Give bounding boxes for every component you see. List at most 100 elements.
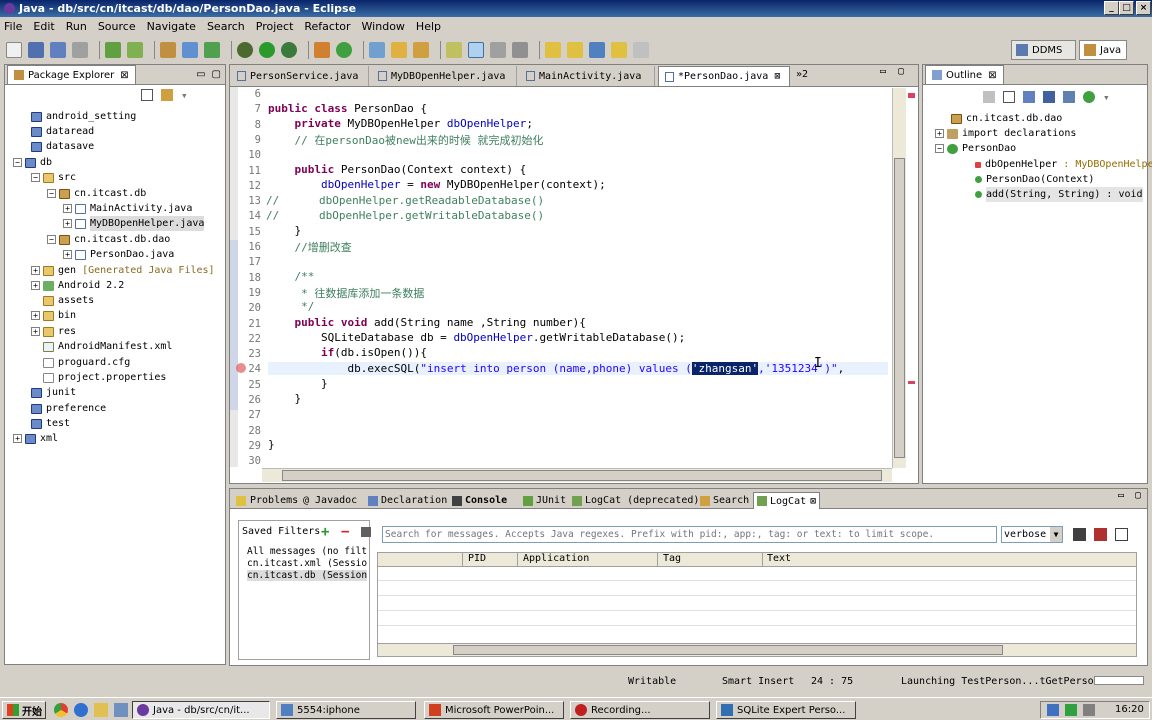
tree-item[interactable]: datasave: [31, 139, 94, 154]
open-resource-icon[interactable]: [391, 42, 407, 58]
outline-item[interactable]: dbOpenHelper : MyDBOpenHelper: [975, 157, 1152, 172]
minimize-button[interactable]: _: [1104, 1, 1119, 15]
tree-item[interactable]: preference: [31, 401, 106, 416]
outline-item[interactable]: − PersonDao: [935, 141, 1016, 156]
tree-item[interactable]: project.properties: [43, 370, 166, 385]
menu-search[interactable]: Search: [207, 20, 245, 33]
close-icon[interactable]: ⊠: [988, 70, 996, 81]
progress-bar[interactable]: [1094, 676, 1144, 685]
hide-non-public-icon[interactable]: [1063, 91, 1075, 103]
tab-problems[interactable]: Problems: [233, 492, 301, 509]
code-line[interactable]: SQLiteDatabase db = dbOpenHelper.getWrit…: [268, 331, 685, 344]
collapse-icon[interactable]: −: [47, 235, 56, 245]
maximize-view-icon[interactable]: ▢: [212, 69, 221, 80]
collapse-icon[interactable]: −: [47, 189, 56, 199]
close-button[interactable]: ×: [1136, 1, 1151, 15]
tab-overflow[interactable]: »2: [796, 69, 808, 80]
tree-item[interactable]: proguard.cfg: [43, 355, 130, 370]
editor-tab-mydbopenhelper[interactable]: MyDBOpenHelper.java: [372, 66, 517, 86]
code-line[interactable]: }: [268, 224, 301, 237]
menu-edit[interactable]: Edit: [33, 20, 54, 33]
expand-icon[interactable]: +: [31, 281, 40, 291]
code-line[interactable]: }: [268, 392, 301, 405]
menu-file[interactable]: File: [4, 20, 22, 33]
open-type-icon[interactable]: [369, 42, 385, 58]
menu-refactor[interactable]: Refactor: [304, 20, 350, 33]
close-icon[interactable]: ⊠: [120, 70, 128, 81]
editor-tab-mainactivity[interactable]: MainActivity.java: [520, 66, 655, 86]
code-line[interactable]: /**: [268, 270, 315, 283]
tab-logcat[interactable]: LogCat ⊠: [753, 492, 821, 509]
expand-icon[interactable]: +: [31, 266, 40, 276]
perspective-ddms[interactable]: DDMS: [1011, 40, 1076, 60]
overview-error-marker[interactable]: [908, 93, 915, 98]
toggle-mark-occurrences-icon[interactable]: [446, 42, 462, 58]
tab-junit[interactable]: JUnit: [520, 492, 569, 509]
minimize-view-icon[interactable]: ▭: [880, 66, 886, 77]
tree-item[interactable]: − cn.itcast.db.dao: [47, 232, 170, 247]
tree-item[interactable]: + gen [Generated Java Files]: [31, 263, 215, 278]
collapse-icon[interactable]: −: [31, 173, 40, 183]
tree-item[interactable]: − cn.itcast.db: [47, 186, 146, 201]
column-pid[interactable]: PID: [468, 553, 518, 567]
tab-outline[interactable]: Outline ⊠: [925, 65, 1004, 84]
tab-javadoc[interactable]: @ Javadoc: [300, 492, 360, 509]
code-line[interactable]: */: [268, 300, 314, 313]
code-line[interactable]: public void add(String name ,String numb…: [268, 316, 586, 329]
expand-icon[interactable]: +: [31, 311, 40, 321]
android-sdk-icon[interactable]: [105, 42, 121, 58]
search-icon[interactable]: [413, 42, 429, 58]
tab-logcat-deprecated[interactable]: LogCat (deprecated): [569, 492, 702, 509]
tray-icon[interactable]: [1065, 704, 1077, 716]
hide-static-icon[interactable]: [1043, 91, 1055, 103]
menu-window[interactable]: Window: [362, 20, 405, 33]
tree-item[interactable]: + bin: [31, 308, 76, 323]
menu-project[interactable]: Project: [256, 20, 294, 33]
tree-item[interactable]: AndroidManifest.xml: [43, 339, 172, 354]
edit-filter-icon[interactable]: [361, 527, 371, 537]
chrome-icon[interactable]: [54, 703, 68, 717]
menu-source[interactable]: Source: [98, 20, 136, 33]
menu-run[interactable]: Run: [66, 20, 87, 33]
tree-item[interactable]: − src: [31, 170, 76, 185]
scroll-lock-icon[interactable]: [1115, 528, 1128, 541]
collapse-all-icon[interactable]: [1003, 91, 1015, 103]
tree-item[interactable]: assets: [43, 293, 94, 308]
expand-icon[interactable]: +: [13, 434, 22, 444]
debug-icon[interactable]: [237, 42, 253, 58]
editor-tab-persondao[interactable]: *PersonDao.java ⊠: [658, 66, 790, 86]
show-desktop-icon[interactable]: [114, 703, 128, 717]
code-line[interactable]: * 往数据库添加一条数据: [268, 285, 424, 301]
quicklaunch-icon[interactable]: [94, 703, 108, 717]
editor-horizontal-scrollbar[interactable]: [262, 468, 892, 482]
back-icon[interactable]: [611, 42, 627, 58]
close-icon[interactable]: ⊠: [774, 71, 780, 82]
tab-search[interactable]: Search: [697, 492, 752, 509]
run-icon[interactable]: [259, 42, 275, 58]
tree-item[interactable]: + MainActivity.java: [63, 201, 192, 216]
tree-item[interactable]: dataread: [31, 124, 94, 139]
code-line[interactable]: public class PersonDao {: [268, 102, 427, 115]
tray-icon[interactable]: [1047, 704, 1059, 716]
tab-declaration[interactable]: Declaration: [365, 492, 450, 509]
code-line[interactable]: // dbOpenHelper.getReadableDatabase(): [266, 194, 544, 207]
column-text[interactable]: Text: [767, 553, 967, 567]
close-icon[interactable]: ⊠: [810, 496, 816, 507]
view-menu-icon[interactable]: ▾: [181, 89, 193, 102]
code-line[interactable]: public PersonDao(Context context) {: [268, 163, 527, 176]
code-line[interactable]: dbOpenHelper = new MyDBOpenHelper(contex…: [268, 178, 606, 191]
task-eclipse[interactable]: Java - db/src/cn/it...: [132, 701, 270, 719]
menu-navigate[interactable]: Navigate: [147, 20, 196, 33]
code-line[interactable]: private MyDBOpenHelper dbOpenHelper;: [268, 117, 533, 130]
tree-item[interactable]: − db: [13, 155, 52, 170]
tab-package-explorer[interactable]: Package Explorer ⊠: [7, 65, 136, 84]
forward-icon[interactable]: [633, 42, 649, 58]
new-xml-icon[interactable]: [182, 42, 198, 58]
task-recording[interactable]: Recording...: [570, 701, 710, 719]
pilcrow-icon[interactable]: [512, 42, 528, 58]
filter-item[interactable]: cn.itcast.db (Session Filter): [247, 570, 367, 581]
outline-item[interactable]: PersonDao(Context): [975, 172, 1094, 187]
next-annotation-icon[interactable]: [545, 42, 561, 58]
expand-icon[interactable]: +: [63, 250, 72, 260]
tree-item[interactable]: + MyDBOpenHelper.java: [63, 216, 205, 232]
